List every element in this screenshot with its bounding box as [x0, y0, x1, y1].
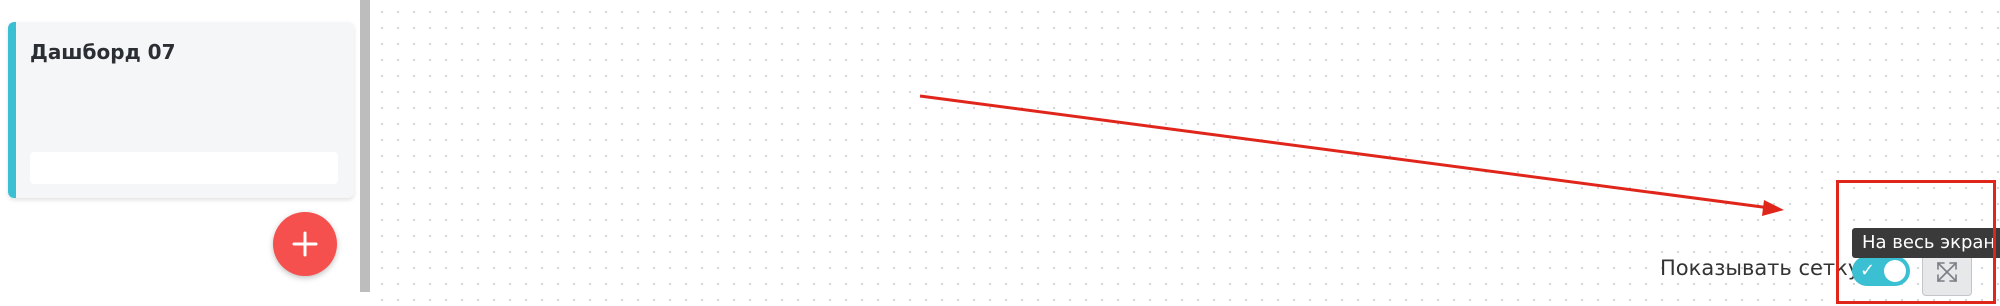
show-grid-label: Показывать сетку — [1660, 256, 1861, 280]
dashboard-card-title: Дашборд 07 — [30, 40, 176, 64]
app-window: Дашборд 07 Показывать сетку ✓ На весь эк… — [0, 0, 2000, 306]
dashboard-card[interactable]: Дашборд 07 — [8, 22, 354, 198]
dashboards-sidebar: Дашборд 07 — [0, 0, 360, 306]
add-dashboard-button[interactable] — [273, 212, 337, 276]
dashboard-card-preview — [30, 152, 338, 184]
plus-icon — [292, 231, 318, 257]
annotation-highlight-box — [1836, 180, 1996, 304]
dashboard-card-accent — [8, 22, 16, 198]
sidebar-scrollbar[interactable] — [360, 0, 370, 292]
